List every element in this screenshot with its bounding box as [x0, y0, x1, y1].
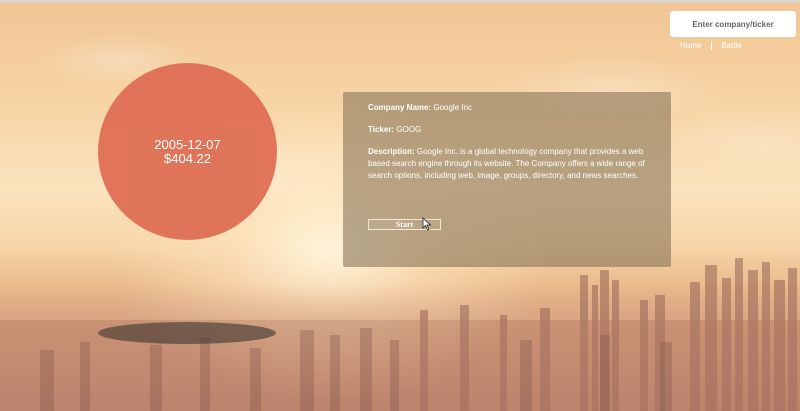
- bubble-price: $404.22: [164, 150, 211, 166]
- search-input[interactable]: Enter company/ticker: [670, 11, 796, 37]
- company-name-row: Company Name: Google Inc: [368, 102, 663, 114]
- ticker-row: Ticker: GOOG: [368, 124, 663, 136]
- company-info-panel: Company Name: Google Inc Ticker: GOOG De…: [343, 92, 671, 267]
- search-placeholder: Enter company/ticker: [692, 19, 774, 29]
- nav-battle-link[interactable]: Battle: [721, 41, 741, 50]
- price-bubble: 2005-12-07 $404.22: [98, 63, 277, 240]
- company-name-label: Company Name:: [368, 103, 432, 112]
- bubble-shadow: [98, 322, 276, 344]
- nav-home-link[interactable]: Home: [680, 41, 701, 50]
- description-label: Description:: [368, 147, 415, 156]
- top-nav: Home Battle: [680, 41, 742, 50]
- ticker-label: Ticker:: [368, 125, 395, 134]
- nav-separator: [711, 41, 713, 50]
- mouse-pointer-icon: [422, 217, 432, 231]
- description-row: Description: Google Inc. is a global tec…: [368, 146, 663, 182]
- bubble-date: 2005-12-07: [154, 136, 221, 152]
- ticker-value: GOOG: [396, 125, 422, 134]
- company-name-value: Google Inc: [433, 103, 473, 112]
- top-border: [0, 0, 800, 3]
